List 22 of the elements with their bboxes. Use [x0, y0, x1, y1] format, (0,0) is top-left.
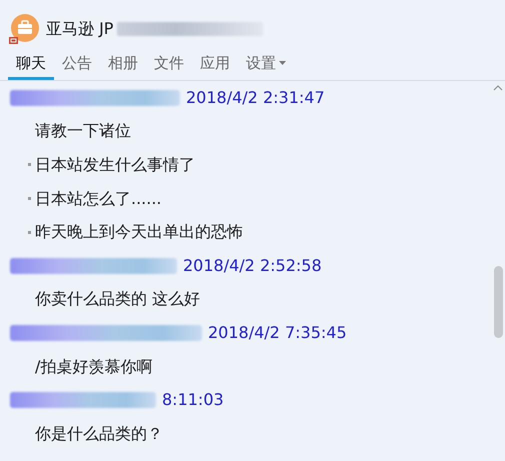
- tab[interactable]: 文件: [146, 48, 192, 80]
- message-text: 你卖什么品类的 这么好: [35, 288, 200, 310]
- message-time: 2018/4/2 2:52:58: [183, 254, 322, 277]
- message-text: 请教一下诸位: [35, 120, 131, 142]
- group-title: 亚马逊 JP: [46, 18, 114, 40]
- message-text: 日本站发生什么事情了: [35, 154, 195, 176]
- scroll-up-icon[interactable]: [493, 85, 503, 91]
- message-time: 2018/4/2 7:35:45: [208, 322, 347, 344]
- caret-icon: [279, 60, 286, 64]
- message-time: 8:11:03: [162, 389, 224, 412]
- tab[interactable]: 相册: [100, 48, 146, 80]
- tab[interactable]: 聊天: [8, 48, 54, 80]
- tab[interactable]: 应用: [192, 48, 238, 80]
- message-text: 你是什么品类的？: [35, 422, 163, 445]
- tab[interactable]: 公告: [54, 48, 100, 80]
- group-avatar-icon: [8, 13, 40, 45]
- message-time: 2018/4/2 2:31:47: [186, 86, 325, 109]
- scrollbar-thumb[interactable]: [494, 266, 502, 338]
- message-text: /拍桌好羡慕你啊: [35, 356, 152, 378]
- message-text: 日本站怎么了......: [35, 188, 162, 210]
- message-text: 昨天晚上到今天出单出的恐怖: [35, 221, 243, 244]
- tab[interactable]: 设置: [238, 48, 294, 80]
